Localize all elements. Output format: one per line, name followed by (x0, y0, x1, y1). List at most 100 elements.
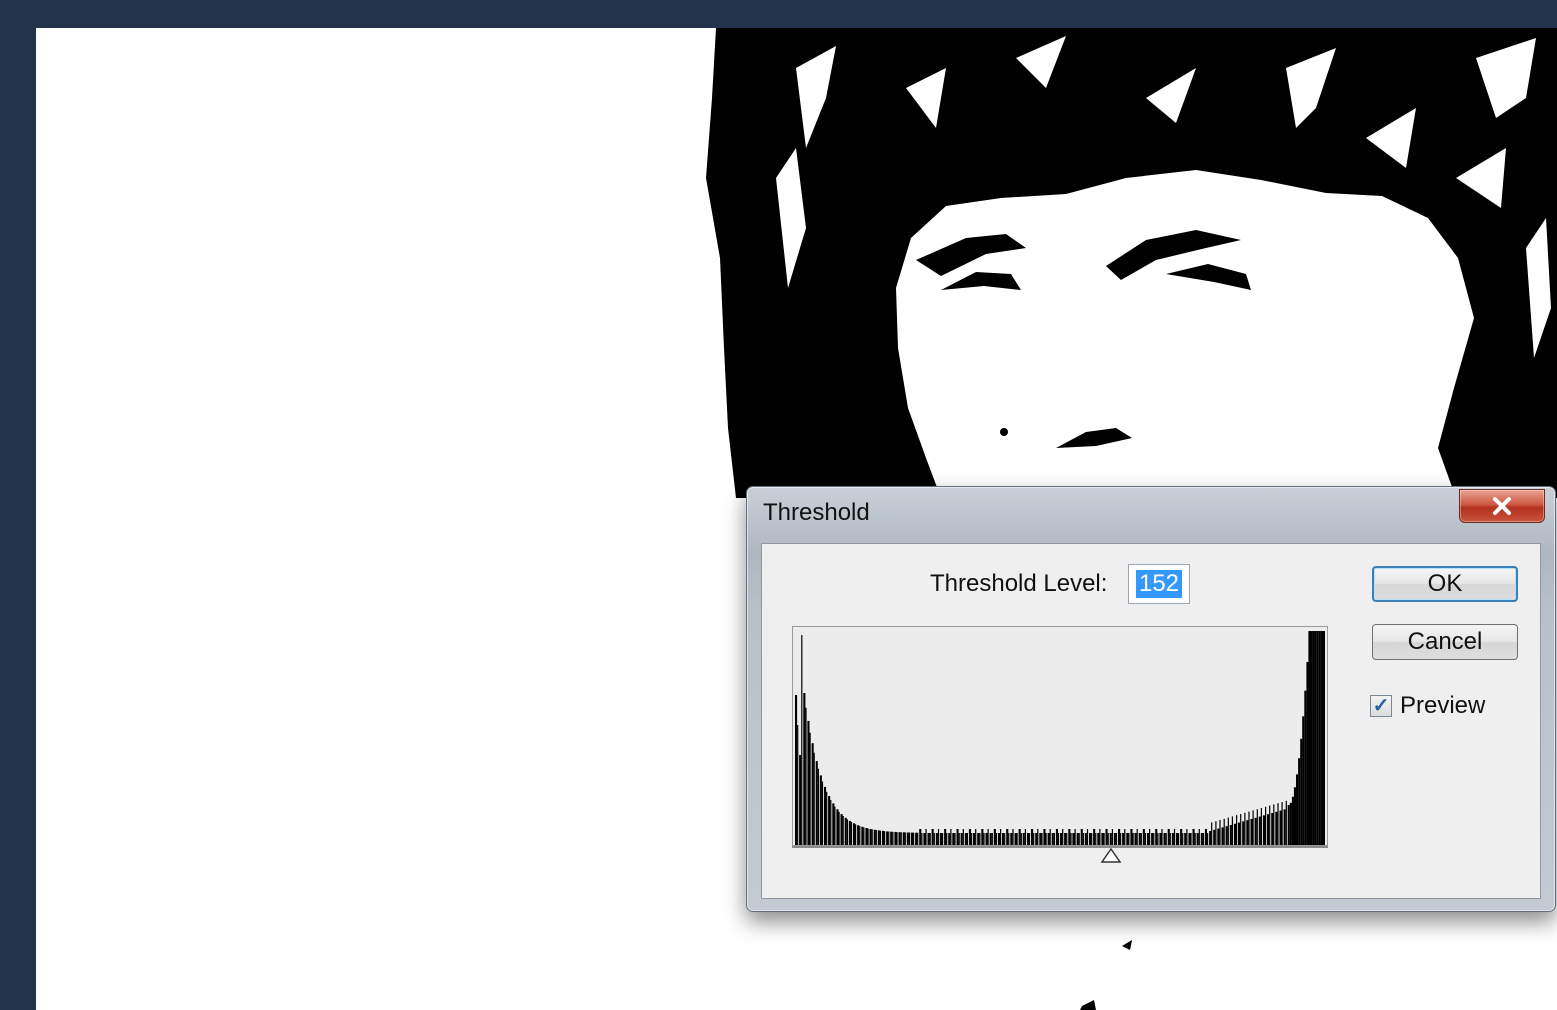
histogram-bar (877, 830, 880, 845)
histogram-bar (971, 833, 973, 845)
histogram-bar (1076, 833, 1079, 845)
histogram-bar (1082, 833, 1084, 845)
histogram-bar (1057, 833, 1060, 845)
histogram-bar (882, 830, 885, 845)
ok-button[interactable]: OK (1372, 566, 1518, 602)
histogram-bar (1151, 833, 1154, 845)
histogram-bar (898, 832, 901, 845)
threshold-slider-handle[interactable] (1100, 847, 1122, 869)
histogram-bar (929, 833, 931, 845)
histogram-bar (1074, 829, 1076, 845)
histogram-bar (1055, 829, 1058, 845)
histogram-bar (1204, 829, 1207, 845)
cancel-button[interactable]: Cancel (1372, 624, 1518, 660)
histogram-bar (1267, 814, 1270, 845)
close-icon (1493, 497, 1511, 515)
histogram-bar (817, 768, 819, 845)
histogram-bar (1118, 829, 1121, 845)
histogram-bar (952, 833, 955, 845)
histogram-bar (1283, 809, 1286, 845)
histogram-bar (1186, 829, 1188, 845)
histogram-bar (1252, 810, 1254, 845)
slider-triangle-icon (1100, 847, 1122, 863)
preview-checkbox[interactable]: ✓ (1370, 695, 1392, 717)
histogram-bar (931, 829, 934, 845)
histogram-bar (1248, 811, 1250, 845)
histogram-bar (838, 811, 840, 845)
histogram-bar (1047, 833, 1050, 845)
histogram-bar (824, 786, 827, 845)
histogram-bar (1242, 821, 1245, 845)
histogram-bar (950, 829, 952, 845)
histogram-bar (842, 816, 844, 845)
histogram-bar (850, 822, 853, 845)
histogram-bar (892, 831, 894, 845)
histogram-bar (1095, 833, 1097, 845)
histogram-bar (1111, 829, 1113, 845)
histogram-bar (1043, 829, 1046, 845)
threshold-level-input[interactable]: 152 (1128, 564, 1190, 604)
histogram-bar (1269, 805, 1271, 845)
histogram-bar (1031, 829, 1034, 845)
histogram-bar (1138, 833, 1141, 845)
histogram-bar (1120, 833, 1122, 845)
histogram-bar (819, 775, 822, 845)
histogram-bar (902, 832, 905, 845)
histogram-bar (1320, 631, 1323, 845)
histogram-bar (1169, 833, 1171, 845)
histogram-bar (894, 831, 897, 845)
histogram-bar (840, 814, 843, 845)
histogram-bar (1006, 829, 1009, 845)
histogram-bar (1289, 802, 1292, 845)
document-canvas: Threshold Threshold Level: 152 OK Cancel (36, 28, 1557, 1010)
histogram-axis (792, 846, 1328, 848)
histogram-bar (1178, 833, 1180, 845)
histogram-bar (956, 829, 959, 845)
histogram-bar (960, 833, 963, 845)
histogram-bar (828, 796, 831, 845)
histogram-bar (884, 831, 886, 845)
histogram-bar (1279, 810, 1282, 845)
histogram-bar (1314, 631, 1317, 845)
histogram-bar (1041, 833, 1043, 845)
histogram-bar (1035, 833, 1038, 845)
histogram-bar (1026, 833, 1029, 845)
histogram-bar (1209, 831, 1212, 845)
histogram-bar (966, 833, 968, 845)
histogram-bar (1049, 829, 1051, 845)
histogram-bar (1231, 816, 1233, 845)
histogram-bar (1198, 829, 1200, 845)
histogram-bar (915, 832, 918, 845)
histogram-bar (873, 829, 876, 845)
histogram-bar (848, 820, 851, 845)
histogram-bar (1244, 812, 1246, 845)
histogram-bar (1287, 805, 1290, 845)
preview-label: Preview (1400, 692, 1486, 719)
histogram-bar (795, 695, 798, 845)
histogram-bar (1051, 833, 1054, 845)
histogram-bar (1155, 829, 1158, 845)
histogram-bar (1285, 800, 1287, 845)
histogram-bar (1200, 833, 1203, 845)
histogram-bar (917, 832, 919, 845)
histogram-bar (1078, 833, 1080, 845)
close-button[interactable] (1459, 489, 1545, 523)
histogram-bar (1084, 833, 1087, 845)
histogram-bar (993, 829, 996, 845)
histogram-bar (1163, 833, 1166, 845)
histogram-bar (863, 827, 865, 845)
histogram-bar (1062, 829, 1064, 845)
histogram-bar (875, 830, 877, 845)
histogram-bar (946, 833, 948, 845)
histogram-bar (1215, 821, 1217, 845)
histogram-bar (1000, 829, 1002, 845)
histogram-bar (1194, 833, 1196, 845)
histogram-bar (1080, 829, 1083, 845)
preview-option[interactable]: ✓ Preview (1370, 692, 1485, 720)
histogram-bar (1219, 820, 1221, 845)
histogram-bar (888, 831, 890, 845)
histogram-bar (861, 826, 864, 845)
histogram-bar (859, 826, 861, 845)
histogram-bar (1010, 833, 1013, 845)
histogram-bar (1302, 716, 1305, 845)
